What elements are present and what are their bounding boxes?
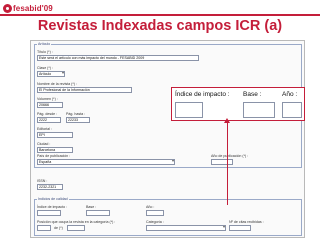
citations-input[interactable] [229, 225, 251, 231]
impact-factor-input[interactable] [37, 210, 61, 216]
fesabid-logo: fesabid'09 [3, 2, 53, 14]
article-legend: Artículo [37, 42, 52, 46]
page-to-input[interactable]: 22233 [66, 117, 90, 123]
logo-mark-icon [3, 3, 12, 13]
quality-fields-callout: Índice de impacto : Base : Año : [171, 87, 305, 121]
citations-label: Nº de citas recibidas : [229, 220, 264, 224]
publisher-input[interactable]: EPI [37, 132, 73, 138]
callout-year-input[interactable] [282, 102, 302, 118]
article-form: Artículo Título (*) : Este será el artíc… [30, 40, 305, 238]
volume-label: Volumen (*) : [37, 97, 58, 101]
category-position-label: Posición que ocupa la revista en la cate… [37, 220, 116, 224]
city-label: Ciudad : [37, 142, 51, 146]
callout-arrowhead-icon [224, 118, 230, 123]
impact-factor-label: Índice de impacto : [37, 205, 68, 209]
issn-label: ISSN : [37, 179, 48, 183]
callout-year-label: Año : [282, 91, 298, 98]
page-title: Revistas Indexadas campos ICR (a) [37, 18, 283, 34]
header-divider [0, 14, 320, 16]
page-from-input[interactable]: 2222 [37, 117, 61, 123]
quality-legend: Indicios de calidad [37, 197, 69, 201]
page-from-label: Pág. desde : [37, 112, 58, 116]
country-select[interactable]: España [37, 159, 175, 165]
callout-impact-factor-input[interactable] [175, 102, 203, 118]
callout-arrow-line [227, 121, 228, 205]
logo-text: fesabid'09 [13, 3, 53, 13]
year-input[interactable] [146, 210, 164, 216]
callout-base-label: Base : [243, 91, 262, 98]
page-to-label: Pág. hasta : [66, 112, 86, 116]
category-select[interactable] [146, 225, 226, 231]
country-label: País de publicación : [37, 154, 71, 158]
journal-name-input[interactable]: El Profesional de la Información [37, 87, 132, 93]
position-input[interactable] [37, 225, 51, 231]
position-of-label: de (*) [54, 226, 63, 230]
position-total-input[interactable] [67, 225, 85, 231]
publication-year-label: Año de publicación (*) : [211, 154, 249, 158]
journal-name-label: Nombre de la revista (*) : [37, 82, 77, 86]
title-label: Título (*) : [37, 50, 53, 54]
publisher-label: Editorial : [37, 127, 52, 131]
title-input[interactable]: Este será el artículo con más impacto de… [37, 55, 199, 61]
base-label: Base : [86, 205, 97, 209]
callout-base-input[interactable] [243, 102, 275, 118]
class-select[interactable]: Artículo [37, 71, 65, 77]
volume-input[interactable]: 20666 [37, 102, 63, 108]
city-input[interactable]: Barcelona [37, 147, 73, 153]
publication-year-input[interactable] [211, 159, 233, 165]
category-label: Categoría : [146, 220, 164, 224]
callout-impact-factor-label: Índice de impacto : [175, 91, 230, 98]
base-input[interactable] [86, 210, 110, 216]
class-label: Clase (*) : [37, 66, 53, 70]
issn-input[interactable]: 2232-2321 [37, 184, 63, 190]
year-label: Año : [146, 205, 155, 209]
